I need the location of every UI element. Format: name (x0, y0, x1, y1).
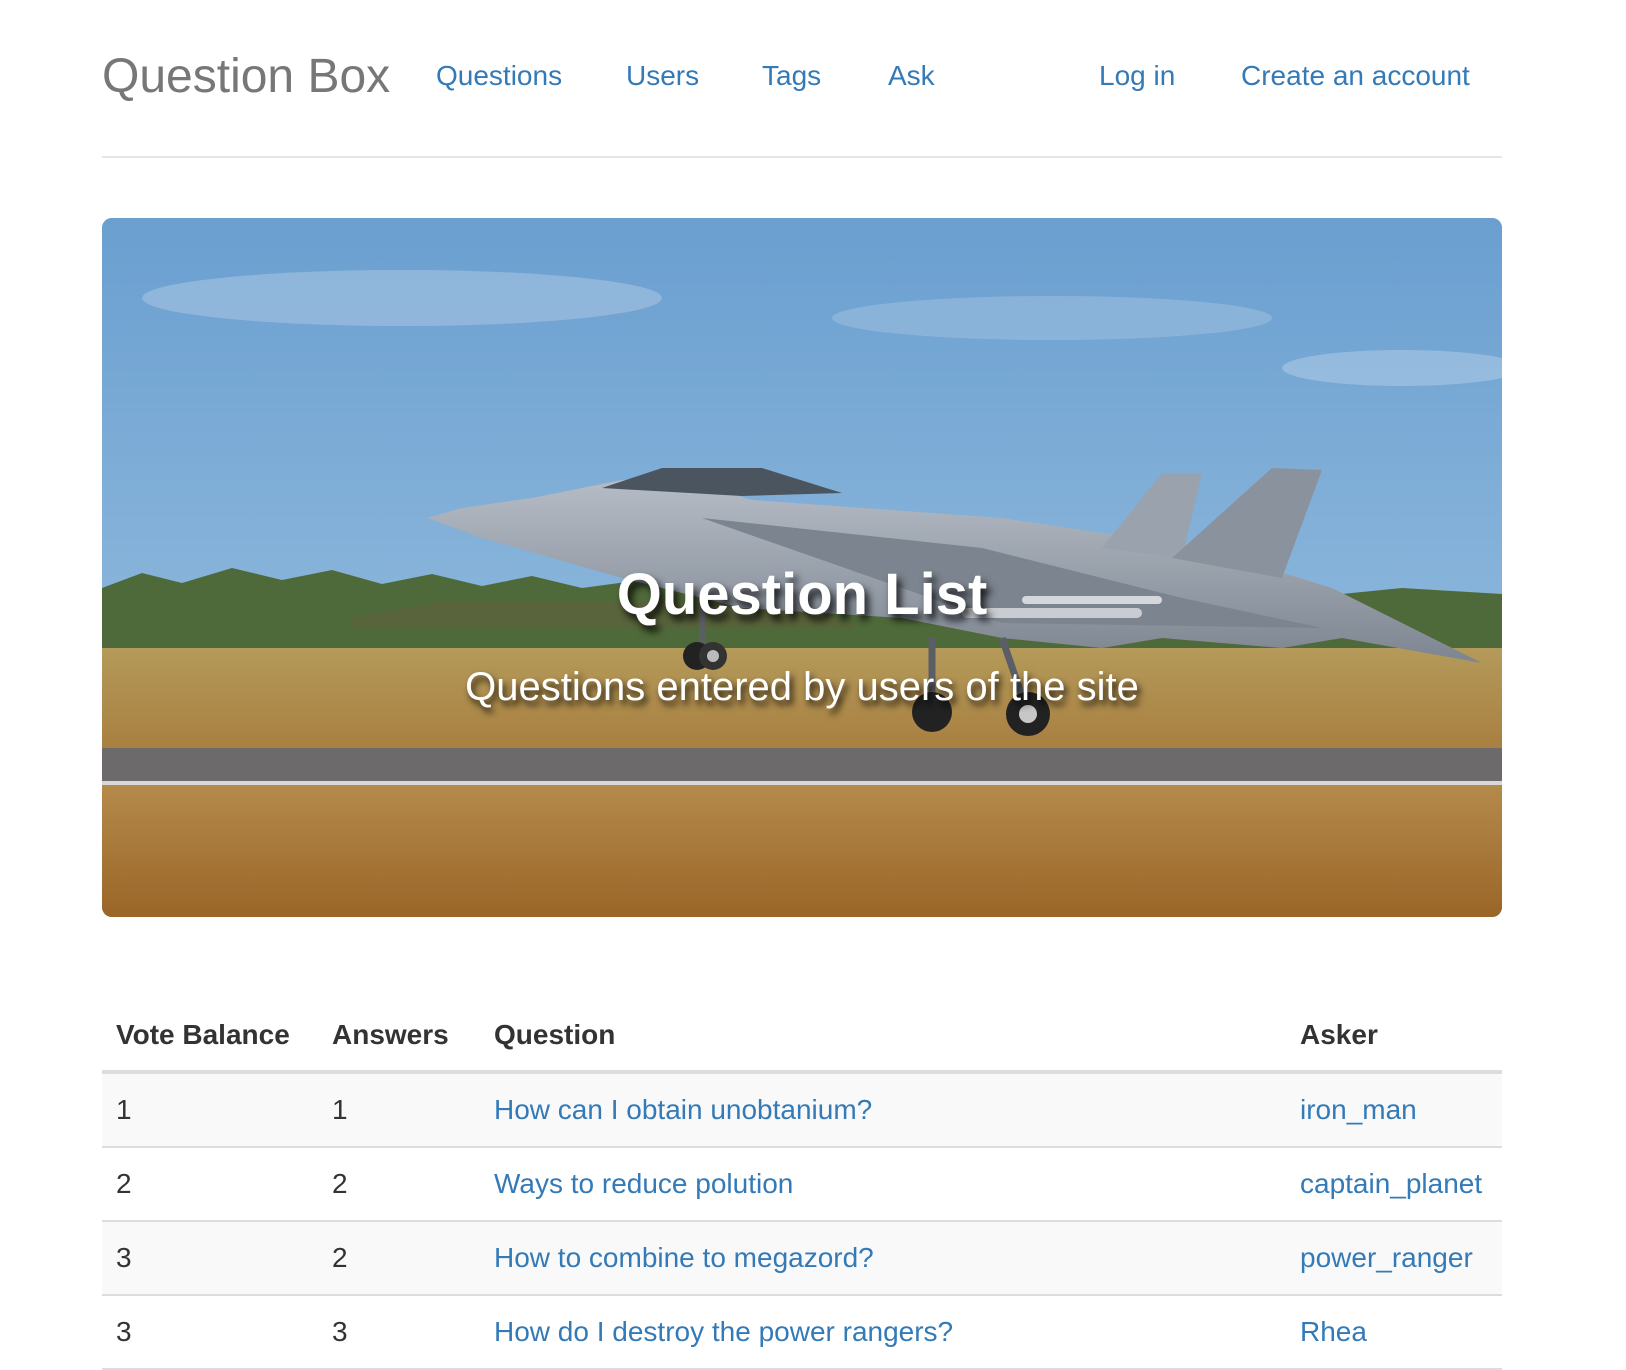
hero-banner: Question List Questions entered by users… (102, 218, 1502, 917)
nav-users-link[interactable]: Users (626, 58, 699, 94)
question-header: Question (480, 1000, 1286, 1074)
vote-balance-cell: 1 (102, 1072, 318, 1148)
table-row: 3 2 How to combine to megazord? power_ra… (102, 1221, 1502, 1296)
question-link[interactable]: Ways to reduce polution (494, 1168, 793, 1199)
table-header-row: Vote Balance Answers Question Asker (102, 1000, 1502, 1074)
answers-cell: 3 (318, 1295, 480, 1370)
vote-balance-cell: 2 (102, 1147, 318, 1222)
asker-header: Asker (1286, 1000, 1502, 1074)
nav-ask-link[interactable]: Ask (888, 58, 935, 94)
asker-cell: iron_man (1286, 1072, 1502, 1148)
answers-cell: 2 (318, 1147, 480, 1222)
asker-link[interactable]: power_ranger (1300, 1242, 1473, 1273)
answers-header: Answers (318, 1000, 480, 1074)
question-cell: How to combine to megazord? (480, 1221, 1286, 1296)
question-cell: How do I destroy the power rangers? (480, 1295, 1286, 1370)
question-link[interactable]: How to combine to megazord? (494, 1242, 874, 1273)
login-link[interactable]: Log in (1099, 58, 1175, 94)
answers-cell: 1 (318, 1072, 480, 1148)
table-row: 3 3 How do I destroy the power rangers? … (102, 1295, 1502, 1370)
brand-logo[interactable]: Question Box (102, 46, 390, 108)
asker-link[interactable]: Rhea (1300, 1316, 1367, 1347)
asker-link[interactable]: captain_planet (1300, 1168, 1482, 1199)
question-cell: How can I obtain unobtanium? (480, 1072, 1286, 1148)
table-row: 2 2 Ways to reduce polution captain_plan… (102, 1147, 1502, 1222)
hero-subtitle: Questions entered by users of the site (465, 665, 1139, 709)
vote-balance-cell: 3 (102, 1221, 318, 1296)
nav-tags-link[interactable]: Tags (762, 58, 821, 94)
navbar: Question Box Questions Users Tags Ask Lo… (102, 0, 1502, 158)
asker-cell: captain_planet (1286, 1147, 1502, 1222)
nav-questions-link[interactable]: Questions (436, 58, 562, 94)
asker-cell: Rhea (1286, 1295, 1502, 1370)
question-link[interactable]: How can I obtain unobtanium? (494, 1094, 872, 1125)
vote-balance-header: Vote Balance (102, 1000, 318, 1074)
table-row: 1 1 How can I obtain unobtanium? iron_ma… (102, 1072, 1502, 1148)
answers-cell: 2 (318, 1221, 480, 1296)
vote-balance-cell: 3 (102, 1295, 318, 1370)
asker-cell: power_ranger (1286, 1221, 1502, 1296)
question-link[interactable]: How do I destroy the power rangers? (494, 1316, 953, 1347)
hero-title: Question List (616, 562, 988, 627)
question-cell: Ways to reduce polution (480, 1147, 1286, 1222)
create-account-link[interactable]: Create an account (1241, 58, 1470, 94)
asker-link[interactable]: iron_man (1300, 1094, 1417, 1125)
question-table: Vote Balance Answers Question Asker 1 1 … (102, 1000, 1502, 1370)
